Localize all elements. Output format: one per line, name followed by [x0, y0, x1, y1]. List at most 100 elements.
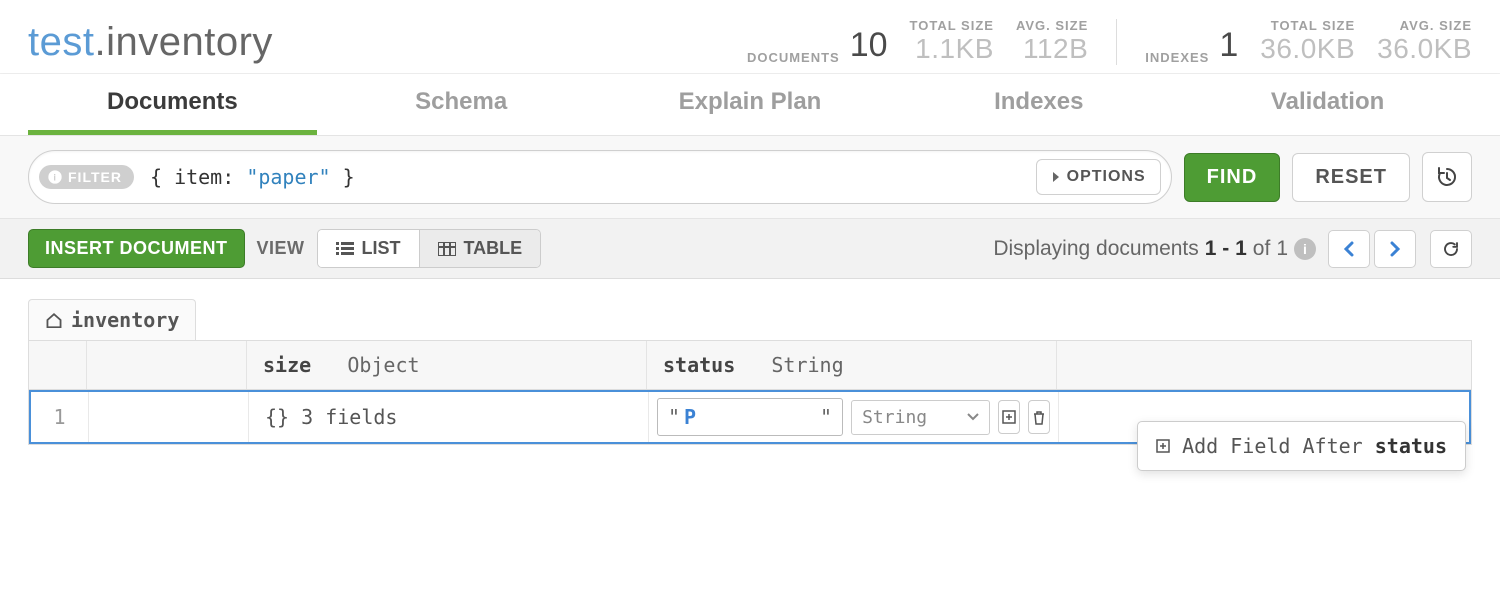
table-content: inventory size Object status String 1 {}… — [0, 279, 1500, 465]
type-select[interactable]: String — [851, 400, 990, 435]
info-icon[interactable]: i — [1294, 238, 1316, 260]
filter-box[interactable]: i FILTER { item: "paper" } OPTIONS — [28, 150, 1172, 204]
breadcrumb-name: inventory — [71, 308, 179, 332]
stats-block: DOCUMENTS 10 TOTAL SIZE 1.1KB AVG. SIZE … — [747, 18, 1472, 65]
table-icon — [438, 242, 456, 256]
type-select-label: String — [862, 407, 927, 428]
filter-bar: i FILTER { item: "paper" } OPTIONS FIND … — [0, 136, 1500, 219]
filter-badge: i FILTER — [39, 165, 134, 189]
documents-label: DOCUMENTS — [747, 50, 840, 65]
pagination-buttons — [1328, 230, 1472, 268]
filter-query-input[interactable]: { item: "paper" } — [134, 165, 1036, 189]
refresh-icon — [1442, 240, 1460, 258]
view-label: VIEW — [257, 238, 305, 259]
th-row-number — [29, 341, 87, 389]
popover-field: status — [1375, 434, 1447, 458]
td-row-number: 1 — [31, 392, 89, 442]
tab-documents[interactable]: Documents — [28, 74, 317, 135]
plus-box-icon — [1002, 410, 1016, 424]
doc-avg-size: AVG. SIZE 112B — [1016, 18, 1088, 65]
doc-avg-size-value: 112B — [1023, 33, 1088, 65]
doc-total-size-value: 1.1KB — [915, 33, 994, 65]
add-field-button[interactable] — [998, 400, 1020, 434]
stats-divider — [1116, 19, 1117, 65]
svg-text:i: i — [53, 172, 56, 182]
filter-q-open: { — [150, 165, 174, 189]
chevron-left-icon — [1343, 241, 1355, 257]
info-icon: i — [47, 169, 63, 185]
chevron-right-icon — [1389, 241, 1401, 257]
delete-field-button[interactable] — [1028, 400, 1050, 434]
view-table-button[interactable]: TABLE — [420, 230, 541, 267]
refresh-button[interactable] — [1430, 230, 1472, 268]
doc-total-size: TOTAL SIZE 1.1KB — [910, 18, 994, 65]
collection-header: test.inventory DOCUMENTS 10 TOTAL SIZE 1… — [0, 0, 1500, 74]
reset-button[interactable]: RESET — [1292, 153, 1410, 202]
home-icon — [45, 312, 63, 328]
filter-q-key: item: — [174, 165, 246, 189]
idx-total-size-value: 36.0KB — [1260, 33, 1355, 65]
options-button[interactable]: OPTIONS — [1036, 159, 1161, 195]
filter-q-value: "paper" — [246, 165, 330, 189]
doc-avg-size-label: AVG. SIZE — [1016, 18, 1088, 33]
breadcrumb-tab[interactable]: inventory — [28, 299, 196, 340]
namespace-title: test.inventory — [28, 20, 747, 65]
idx-total-size: TOTAL SIZE 36.0KB — [1260, 18, 1355, 65]
options-label: OPTIONS — [1067, 168, 1146, 186]
dot: . — [94, 20, 106, 64]
tab-validation[interactable]: Validation — [1183, 74, 1472, 135]
status-value-input[interactable]: " P " — [657, 398, 843, 436]
find-button[interactable]: FIND — [1184, 153, 1281, 202]
doc-total-size-label: TOTAL SIZE — [910, 18, 994, 33]
th-size-type: Object — [347, 353, 419, 377]
list-icon — [336, 242, 354, 256]
idx-avg-size: AVG. SIZE 36.0KB — [1377, 18, 1472, 65]
display-range: 1 - 1 — [1205, 237, 1247, 261]
th-status-type: String — [771, 353, 843, 377]
filter-q-close: } — [331, 165, 355, 189]
action-bar: INSERT DOCUMENT VIEW LIST TABLE Displayi… — [0, 219, 1500, 279]
idx-avg-size-value: 36.0KB — [1377, 33, 1472, 65]
trash-icon — [1032, 410, 1046, 425]
th-size-name: size — [263, 353, 311, 377]
indexes-label: INDEXES — [1145, 50, 1209, 65]
th-empty — [87, 341, 247, 389]
caret-down-icon — [967, 413, 979, 421]
collection-name: inventory — [106, 20, 273, 64]
display-of: of — [1253, 237, 1271, 261]
history-button[interactable] — [1422, 152, 1472, 202]
next-page-button[interactable] — [1374, 230, 1416, 268]
database-name: test — [28, 20, 94, 64]
th-status[interactable]: status String — [647, 341, 1057, 389]
td-status[interactable]: " P " String — [649, 392, 1059, 442]
view-list-label: LIST — [362, 238, 401, 259]
view-list-button[interactable]: LIST — [318, 230, 420, 267]
display-text: Displaying documents 1 - 1 of 1 i — [993, 237, 1316, 261]
indexes-count: 1 — [1219, 26, 1238, 65]
view-table-label: TABLE — [464, 238, 523, 259]
idx-total-size-label: TOTAL SIZE — [1271, 18, 1355, 33]
add-field-popover[interactable]: Add Field After status — [1137, 421, 1466, 471]
table-header-row: size Object status String — [29, 340, 1471, 390]
tab-indexes[interactable]: Indexes — [894, 74, 1183, 135]
caret-right-icon — [1051, 171, 1061, 183]
tab-schema[interactable]: Schema — [317, 74, 606, 135]
insert-document-button[interactable]: INSERT DOCUMENT — [28, 229, 245, 268]
td-size[interactable]: {} 3 fields — [249, 392, 649, 442]
filter-badge-text: FILTER — [68, 169, 122, 185]
th-trailing — [1057, 341, 1471, 389]
display-prefix: Displaying documents — [993, 237, 1198, 261]
status-value[interactable]: P — [680, 405, 820, 429]
idx-avg-size-label: AVG. SIZE — [1400, 18, 1472, 33]
tab-explain-plan[interactable]: Explain Plan — [606, 74, 895, 135]
view-toggle: LIST TABLE — [317, 229, 542, 268]
quote-close: " — [820, 405, 832, 429]
display-total: 1 — [1276, 237, 1288, 261]
prev-page-button[interactable] — [1328, 230, 1370, 268]
indexes-stat: INDEXES 1 — [1145, 26, 1238, 65]
documents-stat: DOCUMENTS 10 — [747, 26, 888, 65]
popover-prefix: Add Field After — [1182, 434, 1375, 458]
th-status-name: status — [663, 353, 735, 377]
th-size[interactable]: size Object — [247, 341, 647, 389]
td-empty[interactable] — [89, 392, 249, 442]
